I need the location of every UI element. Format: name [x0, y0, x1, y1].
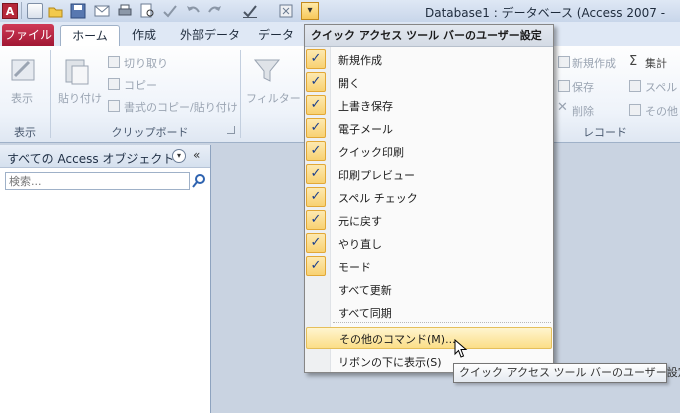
check-icon: ✓	[306, 210, 326, 230]
spelling-ribbon-label: スペル	[645, 81, 678, 94]
spelling-icon[interactable]	[162, 3, 178, 19]
check-icon: ✓	[306, 187, 326, 207]
check-icon: ✓	[306, 164, 326, 184]
filter-label: フィルター	[246, 92, 301, 105]
tab-database-tools[interactable]: データベ	[258, 25, 304, 63]
open-icon[interactable]	[48, 3, 64, 19]
menu-item-print-preview[interactable]: ✓ 印刷プレビュー	[306, 163, 552, 185]
email-icon[interactable]	[94, 3, 110, 19]
mouse-cursor-icon	[454, 338, 468, 359]
quick-print-icon[interactable]	[117, 3, 133, 19]
new-record-label: 新規作成	[572, 57, 616, 70]
search-icon[interactable]	[191, 172, 207, 190]
menu-item-sync-all[interactable]: すべて同期	[306, 301, 552, 323]
menu-item-undo[interactable]: ✓ 元に戻す	[306, 209, 552, 231]
group-view-label: 表示	[14, 126, 36, 139]
totals-icon[interactable]: Σ	[629, 54, 637, 69]
search-input[interactable]	[5, 172, 190, 190]
filter-icon[interactable]	[252, 56, 282, 86]
redo-icon[interactable]	[207, 3, 223, 19]
tab-external-data[interactable]: 外部データ	[172, 25, 248, 46]
menu-item-open[interactable]: ✓ 開く	[306, 71, 552, 93]
new-icon[interactable]	[27, 3, 43, 19]
tab-home[interactable]: ホーム	[60, 25, 120, 47]
window-title: Database1 : データベース (Access 2007 -	[425, 6, 666, 20]
access-logo-icon[interactable]: A	[2, 3, 18, 19]
save-record-label: 保存	[572, 81, 594, 94]
menu-item-email[interactable]: ✓ 電子メール	[306, 117, 552, 139]
delete-label: 削除	[572, 105, 594, 118]
group-separator	[50, 50, 51, 138]
menu-item-new[interactable]: ✓ 新規作成	[306, 48, 552, 70]
undo-icon[interactable]	[185, 3, 201, 19]
check-icon: ✓	[306, 118, 326, 138]
customize-icon[interactable]	[278, 3, 294, 19]
nav-pane-title[interactable]: すべての Access オブジェクト	[7, 150, 174, 167]
qat-dropdown-button[interactable]: ▾	[301, 2, 319, 20]
menu-item-mode[interactable]: ✓ モード	[306, 255, 552, 277]
save-record-icon[interactable]	[558, 80, 570, 92]
qat-separator	[21, 2, 22, 19]
paste-icon[interactable]	[62, 56, 92, 86]
group-records-label: レコード	[583, 126, 627, 139]
check-icon: ✓	[306, 95, 326, 115]
menu-item-spelling[interactable]: ✓ スペル チェック	[306, 186, 552, 208]
format-painter-icon[interactable]	[108, 100, 120, 112]
view-label: 表示	[11, 92, 33, 105]
menu-item-more-commands[interactable]: その他のコマンド(M)...	[306, 327, 552, 349]
spelling-ribbon-icon[interactable]	[629, 80, 641, 92]
menu-item-refresh-all[interactable]: すべて更新	[306, 278, 552, 300]
menu-item-quick-print[interactable]: ✓ クイック印刷	[306, 140, 552, 162]
cut-label: 切り取り	[124, 57, 168, 70]
menu-header: クイック アクセス ツール バーのユーザー設定	[305, 25, 553, 47]
group-clipboard-label: クリップボード	[111, 126, 189, 139]
cut-icon[interactable]	[108, 56, 120, 68]
totals-label: 集計	[645, 57, 667, 70]
tab-file[interactable]: ファイル	[2, 24, 54, 46]
more-label: その他	[645, 105, 678, 118]
dialog-launcher-icon[interactable]	[227, 126, 235, 134]
tooltip: クイック アクセス ツール バーのユーザー設定	[453, 363, 680, 383]
more-icon[interactable]	[629, 104, 641, 116]
copy-label: コピー	[124, 79, 157, 92]
paste-label: 貼り付け	[58, 92, 102, 105]
view-icon[interactable]	[9, 56, 39, 86]
check-icon: ✓	[306, 141, 326, 161]
tab-create[interactable]: 作成	[124, 25, 164, 46]
group-separator	[240, 50, 241, 138]
mode-icon[interactable]	[242, 3, 258, 19]
check-icon: ✓	[306, 49, 326, 69]
menu-item-save[interactable]: ✓ 上書き保存	[306, 94, 552, 116]
copy-icon[interactable]	[108, 78, 120, 90]
check-icon: ✓	[306, 256, 326, 276]
format-painter-label: 書式のコピー/貼り付け	[124, 101, 238, 114]
save-icon[interactable]	[70, 3, 86, 19]
collapse-pane-icon[interactable]: «	[193, 148, 200, 162]
new-record-icon[interactable]	[558, 56, 570, 68]
check-icon: ✓	[306, 233, 326, 253]
delete-icon[interactable]: ✕	[557, 100, 568, 115]
print-preview-icon[interactable]	[139, 3, 155, 19]
menu-separator	[333, 322, 551, 323]
check-icon: ✓	[306, 72, 326, 92]
chevron-down-icon[interactable]: ▾	[172, 149, 186, 163]
menu-item-redo[interactable]: ✓ やり直し	[306, 232, 552, 254]
